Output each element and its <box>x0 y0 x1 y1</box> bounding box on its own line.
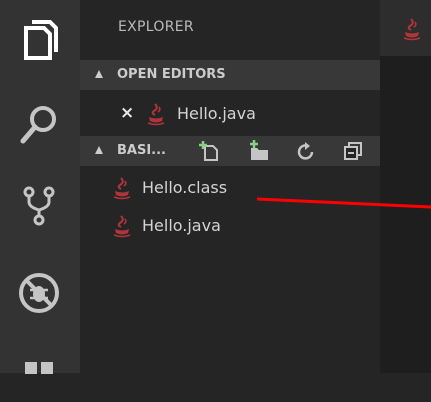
open-editors-label: OPEN EDITORS <box>117 67 226 82</box>
java-file-icon <box>113 215 131 238</box>
open-editor-filename: Hello.java <box>177 104 256 123</box>
open-editors-header[interactable]: OPEN EDITORS <box>80 60 380 90</box>
activity-bar <box>0 0 80 374</box>
open-editor-item[interactable]: × Hello.java <box>80 98 380 130</box>
close-icon[interactable]: × <box>120 103 134 123</box>
new-folder-icon[interactable] <box>248 140 270 162</box>
editor-tab-strip <box>380 0 431 56</box>
source-control-icon[interactable] <box>13 180 65 232</box>
extensions-icon[interactable] <box>13 350 65 402</box>
folder-label: BASI... <box>117 143 166 158</box>
editor-area <box>380 0 431 373</box>
explorer-sidebar: EXPLORER OPEN EDITORS × Hello.java BASI.… <box>80 0 380 373</box>
java-file-icon <box>113 177 131 200</box>
file-item-hello-class[interactable]: Hello.class <box>80 172 380 204</box>
file-item-hello-java[interactable]: Hello.java <box>80 210 380 242</box>
file-name: Hello.class <box>142 178 228 197</box>
explorer-title: EXPLORER <box>118 19 194 35</box>
java-file-icon[interactable] <box>402 17 422 41</box>
debug-icon[interactable] <box>13 266 65 318</box>
new-file-icon[interactable] <box>199 140 221 162</box>
file-name: Hello.java <box>142 216 221 235</box>
collapse-all-icon[interactable] <box>342 140 364 162</box>
folder-header[interactable]: BASI... <box>80 136 380 166</box>
search-icon[interactable] <box>13 98 65 150</box>
refresh-icon[interactable] <box>295 141 317 163</box>
caret-down-icon <box>95 70 103 78</box>
caret-down-icon <box>95 146 103 154</box>
java-file-icon <box>147 103 165 126</box>
files-icon[interactable] <box>13 14 65 66</box>
